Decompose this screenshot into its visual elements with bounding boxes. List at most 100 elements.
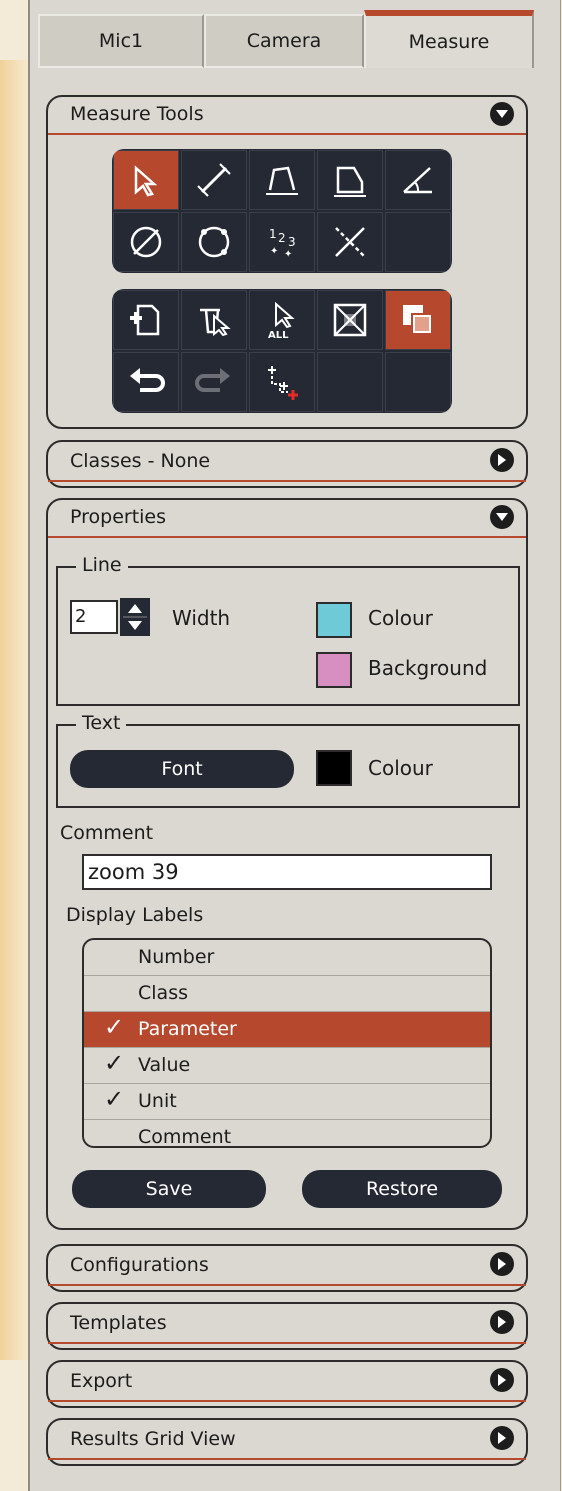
polyline-icon <box>266 166 298 195</box>
add-point-icon <box>268 366 298 400</box>
chevron-right-icon[interactable] <box>490 1368 514 1392</box>
chevron-right-icon[interactable] <box>490 448 514 472</box>
select-all-button[interactable]: ALL <box>249 290 315 350</box>
classes-header[interactable]: Classes - None <box>48 442 526 488</box>
line-background-label: Background <box>368 656 488 680</box>
crossing-lines-icon <box>335 227 365 257</box>
empty-tool-slot <box>317 352 383 412</box>
line-width-input[interactable]: 2 <box>70 600 118 634</box>
comment-label: Comment <box>60 822 154 844</box>
chevron-right-icon[interactable] <box>490 1252 514 1276</box>
svg-text:2: 2 <box>278 231 286 245</box>
line-tool-button[interactable] <box>181 150 247 210</box>
display-label-item[interactable]: ✓ Value <box>84 1048 490 1084</box>
angle-tool-button[interactable] <box>385 150 451 210</box>
tab-camera[interactable]: Camera <box>204 14 364 68</box>
tab-mic1[interactable]: Mic1 <box>38 14 204 68</box>
export-header[interactable]: Export <box>48 1362 526 1408</box>
new-measurement-button[interactable] <box>113 290 179 350</box>
line-width-spinner[interactable] <box>120 598 150 636</box>
polyline-tool-button[interactable] <box>249 150 315 210</box>
text-colour-swatch[interactable] <box>316 750 352 786</box>
delete-measurement-button[interactable] <box>181 290 247 350</box>
line-measure-icon <box>197 163 231 197</box>
circle-tool-button[interactable] <box>113 212 179 272</box>
overlay-fill-button[interactable] <box>385 290 451 350</box>
display-label-item[interactable]: Class <box>84 976 490 1012</box>
chevron-down-icon[interactable] <box>490 505 514 529</box>
svg-text:ALL: ALL <box>268 330 289 340</box>
add-point-button[interactable] <box>249 352 315 412</box>
svg-text:1: 1 <box>269 227 277 241</box>
angle-icon <box>403 167 432 194</box>
configurations-header[interactable]: Configurations <box>48 1246 526 1292</box>
checkmark-icon: ✓ <box>104 1049 125 1077</box>
display-labels-title: Display Labels <box>66 904 204 926</box>
undo-button[interactable] <box>113 352 179 412</box>
classes-title: Classes - None <box>70 450 211 472</box>
templates-title: Templates <box>70 1312 167 1334</box>
display-label-text: Number <box>138 946 215 968</box>
display-label-item[interactable]: ✓ Unit <box>84 1084 490 1120</box>
drawing-tools-grid: 1 2 3 ✦ ✦ <box>112 149 452 273</box>
circle-points-icon <box>198 226 230 258</box>
layers-icon <box>403 305 433 335</box>
pointer-icon <box>134 165 158 197</box>
chevron-right-icon[interactable] <box>490 1310 514 1334</box>
templates-panel: Templates <box>46 1302 528 1350</box>
empty-tool-slot <box>385 352 451 412</box>
display-label-item[interactable]: ✓ Parameter <box>84 1012 490 1048</box>
chevron-down-icon[interactable] <box>490 102 514 126</box>
measurement-side-panel: Mic1 Camera Measure Measure Tools 1 2 3 … <box>28 0 561 1491</box>
display-label-text: Class <box>138 982 188 1004</box>
edit-tools-grid: ALL <box>112 289 452 413</box>
comment-input[interactable]: zoom 39 <box>82 854 492 890</box>
line-background-swatch[interactable] <box>316 652 352 688</box>
save-button[interactable]: Save <box>72 1170 266 1208</box>
polygon-icon <box>334 166 366 197</box>
calibration-button[interactable] <box>317 290 383 350</box>
count-tool-button[interactable]: 1 2 3 ✦ ✦ <box>249 212 315 272</box>
text-colour-label: Colour <box>368 756 433 780</box>
font-button[interactable]: Font <box>70 750 294 788</box>
line-settings-group: Line 2 Width Colour Background <box>56 554 520 706</box>
line-colour-swatch[interactable] <box>316 602 352 638</box>
svg-text:✦: ✦ <box>284 249 292 260</box>
display-label-text: Value <box>138 1054 191 1076</box>
measure-tools-header[interactable]: Measure Tools <box>48 97 526 135</box>
export-title: Export <box>70 1370 133 1392</box>
display-label-item[interactable]: Comment <box>84 1120 490 1148</box>
line-group-label: Line <box>76 554 128 576</box>
properties-title: Properties <box>70 506 167 528</box>
pointer-tool-button[interactable] <box>113 150 179 210</box>
results-grid-view-header[interactable]: Results Grid View <box>48 1420 526 1466</box>
circle-points-tool-button[interactable] <box>181 212 247 272</box>
display-label-text: Parameter <box>138 1018 237 1040</box>
undo-icon <box>130 368 165 392</box>
svg-text:✦: ✦ <box>270 246 278 257</box>
checkmark-icon: ✓ <box>104 1013 125 1041</box>
redo-button[interactable] <box>181 352 247 412</box>
configurations-panel: Configurations <box>46 1244 528 1292</box>
properties-header[interactable]: Properties <box>48 500 526 538</box>
text-group-label: Text <box>76 712 127 734</box>
chevron-right-icon[interactable] <box>490 1426 514 1450</box>
measure-tools-panel: Measure Tools 1 2 3 ✦ ✦ ALL <box>46 95 528 429</box>
tab-measure[interactable]: Measure <box>364 10 534 68</box>
measure-tools-title: Measure Tools <box>70 103 204 125</box>
redo-icon <box>195 368 230 392</box>
select-all-icon: ALL <box>268 301 295 340</box>
restore-button[interactable]: Restore <box>302 1170 502 1208</box>
svg-text:3: 3 <box>288 235 296 249</box>
display-label-text: Comment <box>138 1126 232 1148</box>
text-settings-group: Text Font Colour <box>56 712 520 808</box>
display-label-item[interactable]: Number <box>84 940 490 976</box>
display-labels-list: Number Class ✓ Parameter ✓ Value ✓ Unit Comment <box>82 938 492 1148</box>
intersection-tool-button[interactable] <box>317 212 383 272</box>
display-label-text: Unit <box>138 1090 177 1112</box>
polygon-tool-button[interactable] <box>317 150 383 210</box>
circle-diameter-icon <box>130 226 162 258</box>
spinner-arrows-icon <box>123 604 147 630</box>
line-colour-label: Colour <box>368 606 433 630</box>
templates-header[interactable]: Templates <box>48 1304 526 1350</box>
